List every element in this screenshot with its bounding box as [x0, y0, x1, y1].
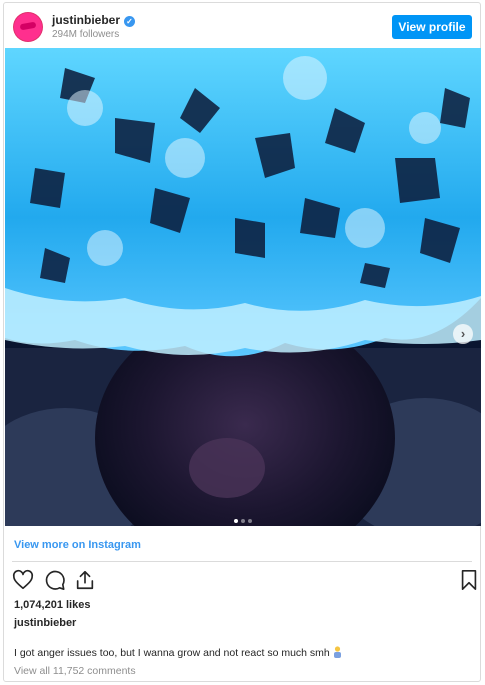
- carousel-dot: [248, 519, 252, 523]
- view-profile-button[interactable]: View profile: [392, 15, 472, 39]
- post-image-artwork: [5, 48, 481, 526]
- instagram-embed-card: justinbieber ✓ 294M followers View profil…: [3, 2, 481, 682]
- post-image[interactable]: ›: [5, 48, 481, 526]
- post-header: justinbieber ✓ 294M followers View profil…: [4, 3, 480, 47]
- carousel-dot: [234, 519, 238, 523]
- like-count[interactable]: 1,074,201 likes: [14, 599, 90, 611]
- avatar[interactable]: [14, 13, 42, 41]
- comment-icon[interactable]: [44, 569, 66, 591]
- chevron-right-icon[interactable]: ›: [453, 324, 473, 344]
- share-icon[interactable]: [74, 569, 96, 591]
- verified-badge-icon: ✓: [124, 16, 136, 27]
- username-text[interactable]: justinbieber: [52, 13, 120, 27]
- heart-icon[interactable]: [12, 569, 34, 591]
- action-bar: [12, 569, 477, 593]
- view-more-link[interactable]: View more on Instagram: [14, 539, 141, 551]
- caption-text: I got anger issues too, but I wanna grow…: [14, 647, 330, 659]
- username[interactable]: justinbieber ✓: [52, 13, 136, 27]
- bookmark-icon[interactable]: [458, 569, 480, 591]
- post-owner[interactable]: justinbieber: [14, 617, 76, 629]
- carousel-dot: [241, 519, 245, 523]
- caption: I got anger issues too, but I wanna grow…: [14, 646, 342, 659]
- follower-count: 294M followers: [52, 29, 120, 40]
- person-shrugging-icon: [333, 646, 341, 658]
- view-comments-link[interactable]: View all 11,752 comments: [14, 665, 136, 677]
- divider: [12, 561, 472, 562]
- carousel-indicator: [234, 510, 255, 523]
